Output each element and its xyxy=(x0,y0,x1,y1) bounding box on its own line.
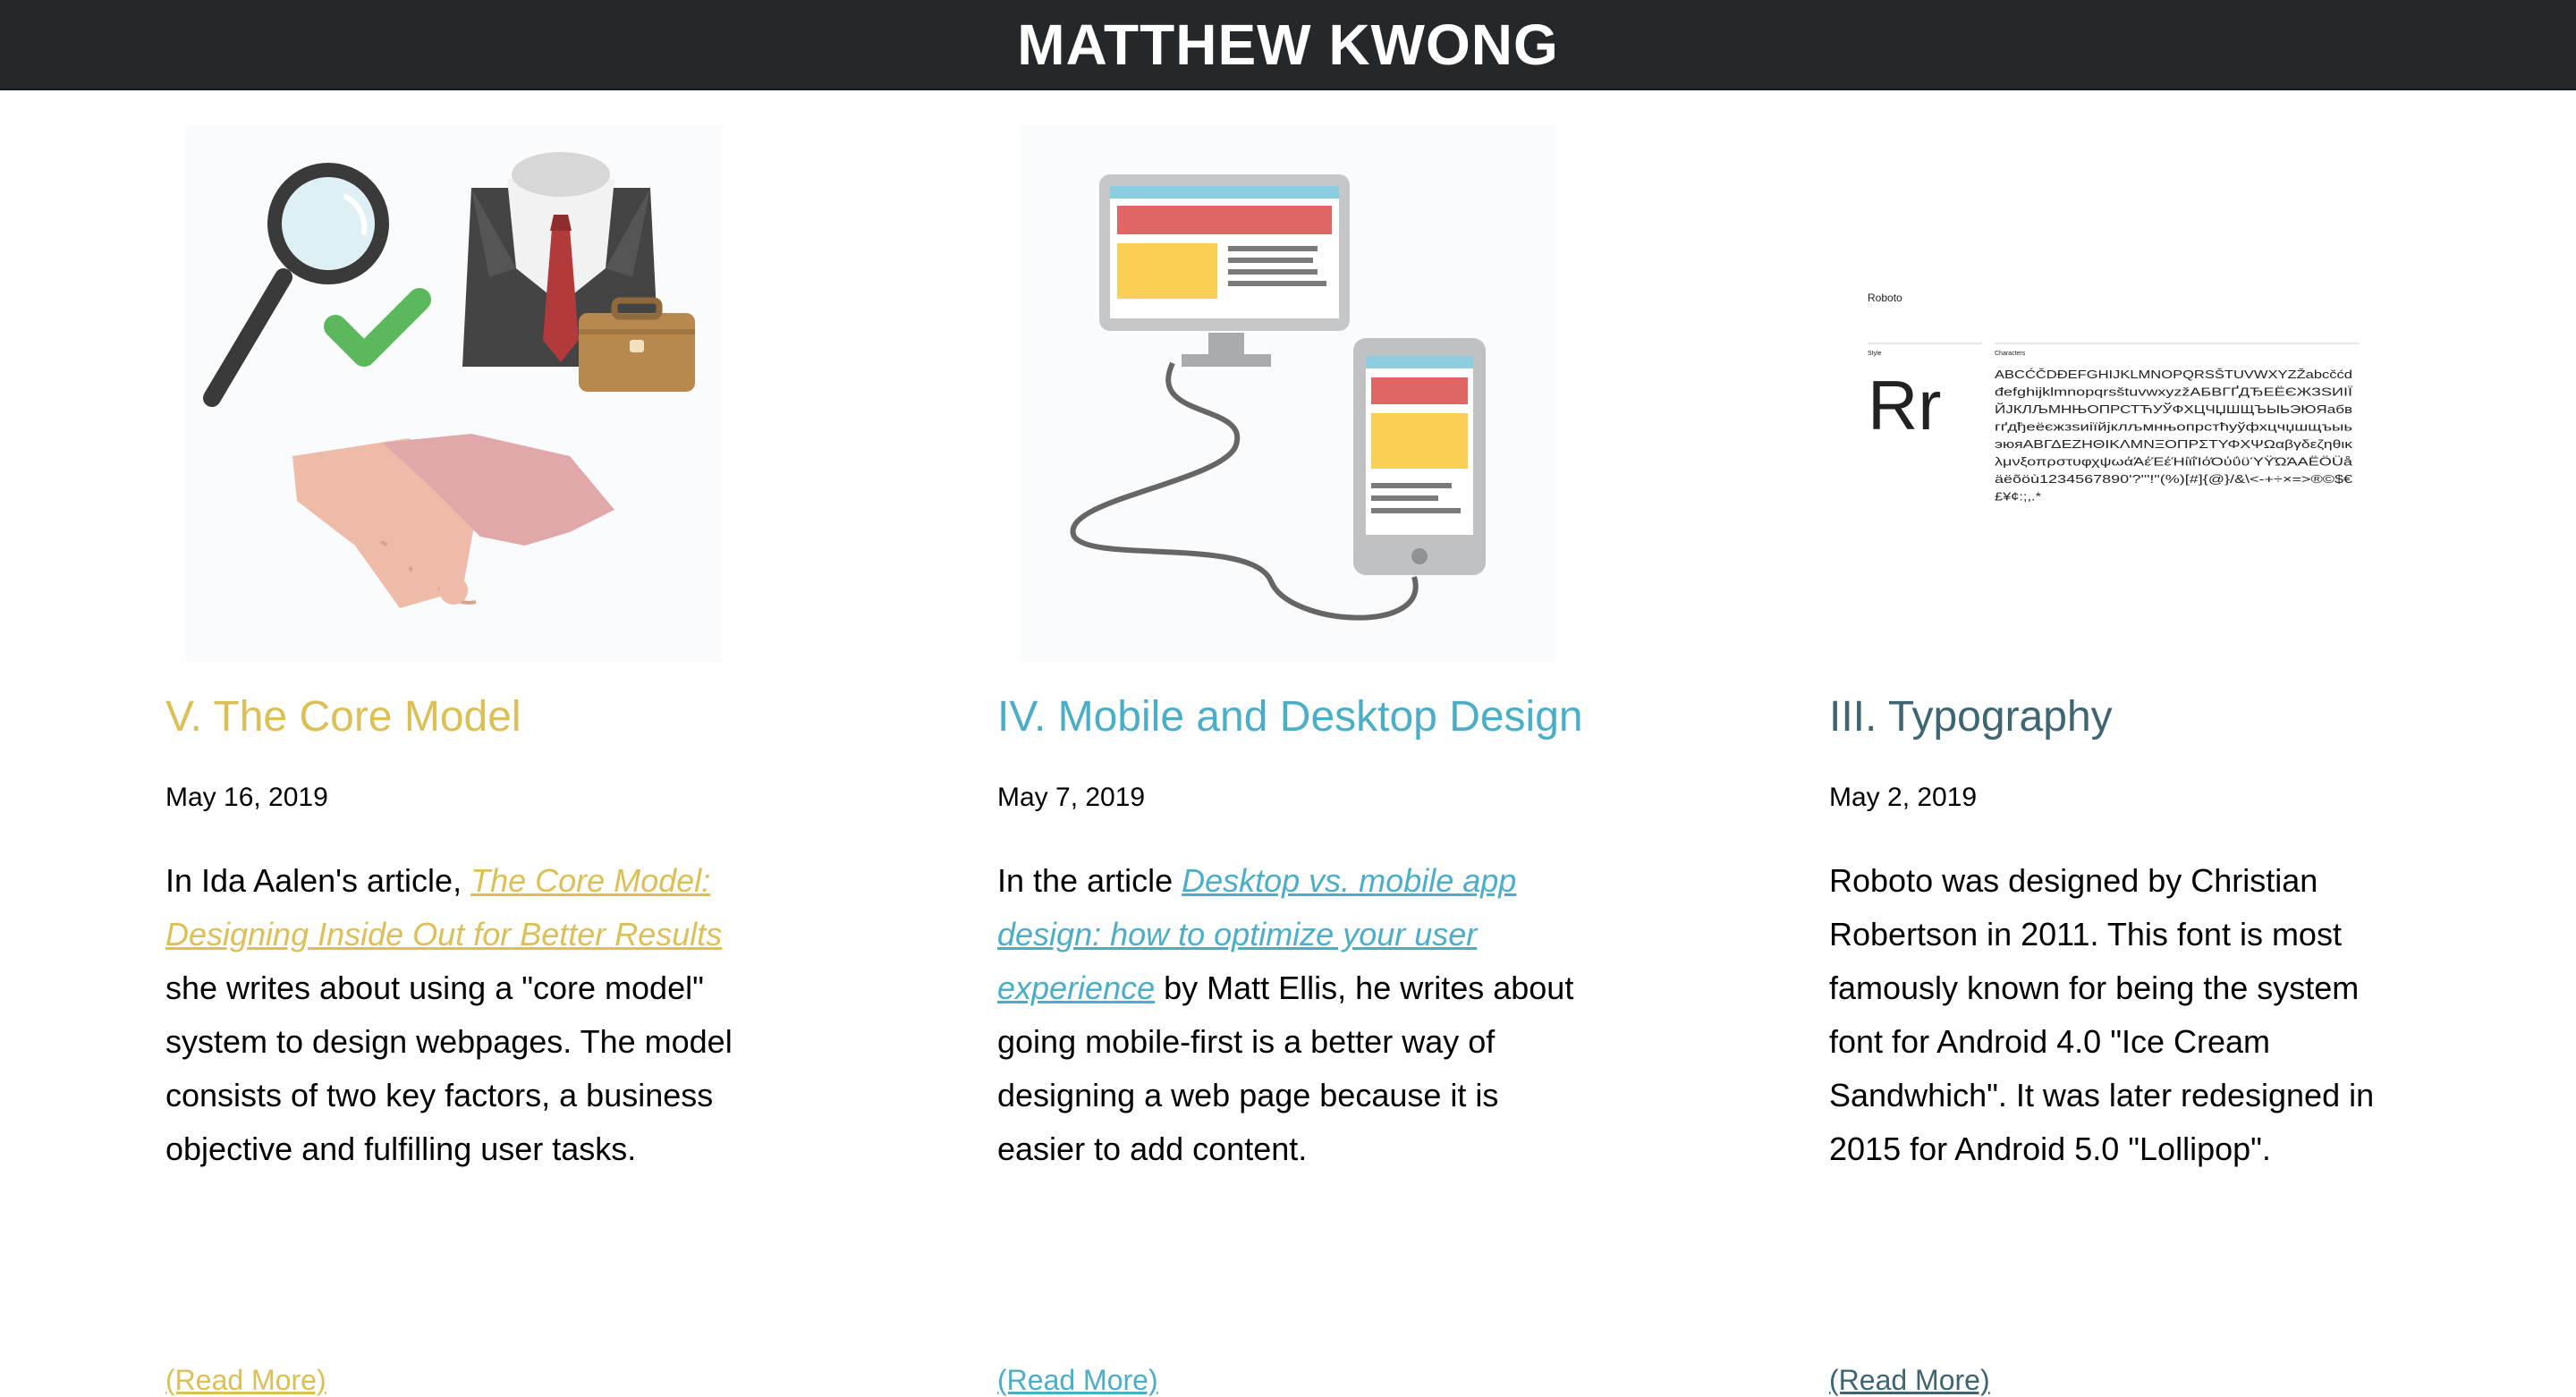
specimen-char-line: £¥¢:;,.* xyxy=(1995,490,2041,504)
post-title[interactable]: III. Typography xyxy=(1829,692,2113,741)
read-more-link[interactable]: (Read More) xyxy=(997,1364,1158,1397)
post-title[interactable]: IV. Mobile and Desktop Design xyxy=(997,692,1583,741)
site-header: MATTHEW KWONG xyxy=(0,0,2576,90)
excerpt-text: In Ida Aalen's article, xyxy=(165,862,471,899)
post-date: May 16, 2019 xyxy=(165,783,328,812)
specimen-character-set: ABCĆČDĐEFGHIJKLMNOPQRSŠTUVWXYZŽabcčćd đef… xyxy=(1995,368,2353,504)
specimen-sample: Rr xyxy=(1868,366,1941,444)
specimen-char-line: ЙЈКЛЉМНЊОПРСТЋУЎФХЦЧЏШЩЪЫЬЭЮЯабв xyxy=(1995,402,2352,416)
phone-icon xyxy=(1353,338,1486,575)
post-excerpt: In Ida Aalen's article, The Core Model: … xyxy=(165,854,756,1176)
specimen-char-line: ABCĆČDĐEFGHIJKLMNOPQRSŠTUVWXYZŽabcčćd xyxy=(1995,368,2352,381)
post-excerpt: In the article Desktop vs. mobile app de… xyxy=(997,854,1588,1176)
post-date: May 2, 2019 xyxy=(1829,783,1978,812)
post-thumbnail[interactable] xyxy=(1021,125,1557,662)
specimen-font-name: Roboto xyxy=(1868,292,1902,304)
excerpt-text: she writes about using a "core model" sy… xyxy=(165,969,733,1167)
specimen-char-line: гґдђеёєжзѕиіїйјклљмнњопрстћуўфхцчџшщъыь xyxy=(1995,420,2352,434)
read-more-link[interactable]: (Read More) xyxy=(1829,1364,1990,1397)
read-more-link[interactable]: (Read More) xyxy=(165,1364,326,1397)
handshake-icon xyxy=(292,434,614,608)
specimen-style-label: Style xyxy=(1868,351,1882,357)
font-specimen: Roboto Style Characters Rr ABCĆČDĐEFGHIJ… xyxy=(1868,292,2360,504)
checkmark-icon xyxy=(324,288,431,367)
specimen-char-line: λμνξοπρστυφχψωάΆέΈέΉίϊΐΊόΌύΰϋΎΫΏΆΑËÖÜå xyxy=(1995,455,2353,469)
specimen-characters-label: Characters xyxy=(1995,351,2026,357)
post-date: May 7, 2019 xyxy=(997,783,1146,812)
specimen-char-line: đefghijklmnopqrsštuvwxyzžАБВГҐДЂЕЁЄЖЗЅИІ… xyxy=(1995,385,2352,399)
monitor-icon xyxy=(1099,174,1350,367)
site-title[interactable]: MATTHEW KWONG xyxy=(1017,12,1558,78)
specimen-char-line: эюяАВΓΔΕΖΗΘΙΚΛΜΝΞΟΠΡΣΤΥΦΧΨΩαβγδεζηθικ xyxy=(1995,437,2353,451)
devices-illustration xyxy=(1070,174,1486,621)
post-thumbnail[interactable]: Roboto Style Characters Rr ABCĆČDĐEFGHIJ… xyxy=(1823,125,2360,662)
excerpt-text: In the article xyxy=(997,862,1182,899)
business-illustration xyxy=(203,152,695,608)
specimen-char-line: äëõöù1234567890'?'"!"(%)[#]{@}/&\<-+÷×=>… xyxy=(1995,472,2353,486)
briefcase-icon xyxy=(579,297,695,392)
post-thumbnail[interactable] xyxy=(185,125,722,662)
post-title[interactable]: V. The Core Model xyxy=(165,692,521,741)
post-excerpt: Roboto was designed by Christian Roberts… xyxy=(1829,862,2375,1167)
